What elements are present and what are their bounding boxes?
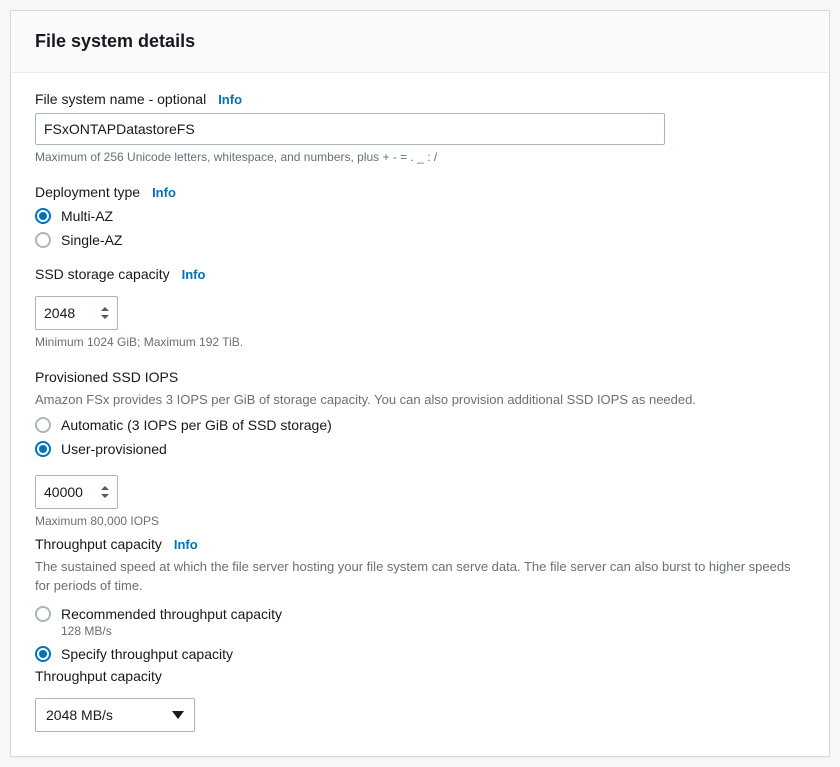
field-deployment-type: Deployment type Info Multi-AZ Single-AZ xyxy=(35,184,805,248)
radio-throughput-specify[interactable] xyxy=(35,646,51,662)
ssd-capacity-label: SSD storage capacity xyxy=(35,266,170,282)
radio-iops-auto-label: Automatic (3 IOPS per GiB of SSD storage… xyxy=(61,417,332,433)
spinner-icon[interactable] xyxy=(99,305,111,321)
info-link-name[interactable]: Info xyxy=(218,92,242,107)
field-iops: Provisioned SSD IOPS Amazon FSx provides… xyxy=(35,369,805,531)
field-file-system-name: File system name - optional Info Maximum… xyxy=(35,91,805,166)
throughput-select-label: Throughput capacity xyxy=(35,668,162,684)
throughput-label: Throughput capacity xyxy=(35,536,162,552)
radio-multi-az-label: Multi-AZ xyxy=(61,208,113,224)
throughput-select[interactable]: 2048 MB/s xyxy=(35,698,195,732)
iops-stepper[interactable] xyxy=(35,475,118,509)
radio-single-az-label: Single-AZ xyxy=(61,232,122,248)
throughput-recommended-sub: 128 MB/s xyxy=(61,624,805,638)
field-ssd-capacity: SSD storage capacity Info Minimum 1024 G… xyxy=(35,266,805,351)
iops-helper: Maximum 80,000 IOPS xyxy=(35,513,805,530)
radio-multi-az[interactable] xyxy=(35,208,51,224)
info-link-deployment[interactable]: Info xyxy=(152,185,176,200)
deployment-type-label: Deployment type xyxy=(35,184,140,200)
radio-iops-user[interactable] xyxy=(35,441,51,457)
throughput-select-value: 2048 MB/s xyxy=(46,707,113,723)
ssd-capacity-stepper[interactable] xyxy=(35,296,118,330)
throughput-desc: The sustained speed at which the file se… xyxy=(35,558,805,596)
panel-header: File system details xyxy=(11,11,829,73)
page-title: File system details xyxy=(35,31,805,52)
ssd-capacity-input[interactable] xyxy=(44,305,99,321)
file-system-name-input[interactable] xyxy=(35,113,665,145)
file-system-name-helper: Maximum of 256 Unicode letters, whitespa… xyxy=(35,149,805,166)
spinner-icon[interactable] xyxy=(99,484,111,500)
radio-throughput-recommended-label: Recommended throughput capacity xyxy=(61,606,282,622)
chevron-down-icon xyxy=(172,711,184,719)
radio-iops-auto[interactable] xyxy=(35,417,51,433)
radio-throughput-specify-label: Specify throughput capacity xyxy=(61,646,233,662)
info-link-ssd[interactable]: Info xyxy=(182,267,206,282)
iops-input[interactable] xyxy=(44,484,99,500)
info-link-throughput[interactable]: Info xyxy=(174,537,198,552)
file-system-name-label: File system name - optional xyxy=(35,91,206,107)
radio-throughput-recommended[interactable] xyxy=(35,606,51,622)
radio-single-az[interactable] xyxy=(35,232,51,248)
panel-body: File system name - optional Info Maximum… xyxy=(11,73,829,756)
ssd-capacity-helper: Minimum 1024 GiB; Maximum 192 TiB. xyxy=(35,334,805,351)
iops-desc: Amazon FSx provides 3 IOPS per GiB of st… xyxy=(35,391,805,410)
field-throughput: Throughput capacity Info The sustained s… xyxy=(35,536,805,732)
iops-label: Provisioned SSD IOPS xyxy=(35,369,178,385)
file-system-details-panel: File system details File system name - o… xyxy=(10,10,830,757)
radio-iops-user-label: User-provisioned xyxy=(61,441,167,457)
